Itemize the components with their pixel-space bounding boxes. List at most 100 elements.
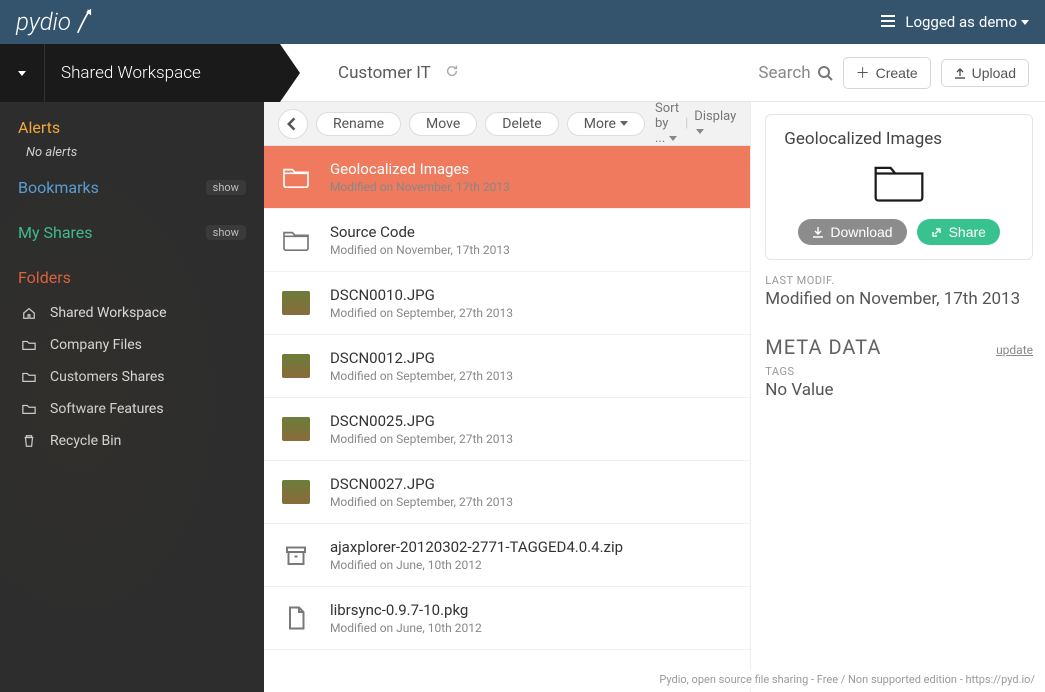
- upload-icon: [954, 67, 966, 79]
- caret-down-icon: [1021, 20, 1029, 25]
- workspace-selector[interactable]: Shared Workspace: [0, 44, 280, 102]
- breadcrumb[interactable]: Customer IT: [338, 63, 431, 83]
- create-button[interactable]: ＋ Create: [843, 57, 931, 89]
- bookmarks-show-toggle[interactable]: show: [206, 180, 246, 195]
- delete-button[interactable]: Delete: [485, 112, 558, 136]
- display-mode[interactable]: Display: [694, 109, 736, 139]
- back-button[interactable]: [278, 109, 308, 139]
- file-row[interactable]: librsync-0.9.7-10.pkgModified on June, 1…: [264, 587, 750, 650]
- home-icon: [22, 306, 38, 320]
- download-icon: [812, 226, 824, 238]
- tags-block: TAGS No Value: [765, 365, 1033, 400]
- file-meta: Modified on June, 10th 2012: [330, 621, 482, 635]
- file-name: DSCN0012.JPG: [330, 349, 513, 367]
- shares-label: My Shares: [18, 223, 93, 242]
- last-modif-block: LAST MODIF. Modified on November, 17th 2…: [765, 274, 1033, 309]
- detail-pane: Geolocalized Images Download Share LAST …: [751, 102, 1045, 692]
- bookmarks-label: Bookmarks: [18, 178, 99, 197]
- folder-icon: [22, 370, 38, 384]
- refresh-icon[interactable]: [445, 63, 459, 83]
- file-row[interactable]: Source CodeModified on November, 17th 20…: [264, 209, 750, 272]
- file-meta: Modified on September, 27th 2013: [330, 432, 513, 446]
- folder-icon: [282, 165, 310, 189]
- tree-item-customers-shares[interactable]: Customers Shares: [22, 361, 246, 393]
- upload-button[interactable]: Upload: [941, 59, 1029, 87]
- file-meta: Modified on September, 27th 2013: [330, 306, 513, 320]
- file-row[interactable]: DSCN0025.JPGModified on September, 27th …: [264, 398, 750, 461]
- trash-icon: [22, 434, 38, 448]
- file-row[interactable]: DSCN0012.JPG Modified on September, 27th …: [264, 335, 750, 398]
- alerts-empty: No alerts: [0, 141, 264, 168]
- more-label: More: [584, 116, 616, 132]
- file-row[interactable]: DSCN0010.JPG Modified on September, 27th …: [264, 272, 750, 335]
- folder-tree: Shared Workspace Company Files Customers S…: [0, 291, 264, 457]
- share-button[interactable]: Share: [917, 219, 1000, 245]
- caret-down-icon: [620, 121, 628, 126]
- file-name: DSCN0027.JPG: [330, 475, 513, 493]
- last-modif-label: LAST MODIF.: [765, 274, 1033, 287]
- file-icon: [282, 606, 310, 630]
- file-name: ajaxplorer-20120302-2771-TAGGED4.0.4.zip: [330, 538, 623, 556]
- detail-title: Geolocalized Images: [778, 129, 1020, 149]
- tree-item-label: Shared Workspace: [50, 305, 167, 321]
- last-modif-value: Modified on November, 17th 2013: [765, 289, 1033, 309]
- move-button[interactable]: Move: [409, 112, 477, 136]
- sidebar-section-alerts[interactable]: Alerts: [0, 108, 264, 141]
- sidebar: Alerts No alerts Bookmarks show My Share…: [0, 102, 264, 692]
- toolbar: Rename Move Delete More Sort by ... | Di…: [264, 102, 750, 146]
- metadata-update-link[interactable]: update: [996, 343, 1033, 357]
- file-row[interactable]: ajaxplorer-20120302-2771-TAGGED4.0.4.zip…: [264, 524, 750, 587]
- folder-icon: [282, 228, 310, 252]
- create-label: Create: [876, 65, 918, 81]
- plus-icon: ＋: [856, 63, 870, 83]
- image-thumbnail: [282, 354, 310, 378]
- file-row[interactable]: DSCN0027.JPGModified on September, 27th …: [264, 461, 750, 524]
- file-meta: Modified on November, 17th 2013: [330, 180, 510, 194]
- share-label: Share: [949, 224, 986, 240]
- tree-item-label: Recycle Bin: [50, 433, 121, 449]
- sidebar-section-shares[interactable]: My Shares show: [0, 213, 264, 246]
- tree-item-company-files[interactable]: Company Files: [22, 329, 246, 361]
- tree-item-software-features[interactable]: Software Features: [22, 393, 246, 425]
- separator: |: [685, 116, 688, 131]
- user-name: demo: [979, 13, 1017, 31]
- search[interactable]: Search: [758, 63, 832, 83]
- chevron-left-icon: [286, 117, 300, 131]
- sort-by[interactable]: Sort by ...: [655, 101, 679, 146]
- rename-button[interactable]: Rename: [316, 112, 401, 136]
- top-bar: pydio Logged as demo: [0, 0, 1045, 44]
- detail-card: Geolocalized Images Download Share: [765, 114, 1033, 260]
- file-name: DSCN0010.JPG: [330, 286, 513, 304]
- workspace-dropdown-toggle[interactable]: [0, 44, 45, 102]
- file-list: Geolocalized ImagesModified on November,…: [264, 146, 750, 692]
- file-row[interactable]: Geolocalized ImagesModified on November,…: [264, 146, 750, 209]
- file-meta: Modified on September, 27th 2013: [330, 369, 513, 383]
- logo[interactable]: pydio: [16, 8, 93, 36]
- caret-down-icon: [696, 129, 704, 134]
- image-thumbnail: [282, 417, 310, 441]
- tree-item-shared-workspace[interactable]: Shared Workspace: [22, 297, 246, 329]
- metadata-header: META DATA update: [765, 335, 1033, 359]
- tree-item-recycle-bin[interactable]: Recycle Bin: [22, 425, 246, 457]
- tree-item-label: Company Files: [50, 337, 142, 353]
- sidebar-section-bookmarks[interactable]: Bookmarks show: [0, 168, 264, 201]
- image-thumbnail: [282, 291, 310, 315]
- download-button[interactable]: Download: [798, 219, 906, 245]
- tags-value: No Value: [765, 380, 1033, 400]
- user-menu[interactable]: Logged as demo: [881, 13, 1029, 31]
- share-icon: [931, 226, 943, 238]
- shares-show-toggle[interactable]: show: [206, 225, 246, 240]
- caret-down-icon: [669, 136, 677, 141]
- file-pane: Rename Move Delete More Sort by ... | Di…: [264, 102, 751, 692]
- alerts-label: Alerts: [18, 118, 60, 137]
- breadcrumb-bar: Customer IT Search ＋ Create Upload: [280, 44, 1045, 102]
- search-label: Search: [758, 63, 810, 83]
- sidebar-section-folders[interactable]: Folders: [0, 258, 264, 291]
- tree-item-label: Customers Shares: [50, 369, 165, 385]
- workspace-title: Shared Workspace: [45, 63, 201, 83]
- main: Alerts No alerts Bookmarks show My Share…: [0, 102, 1045, 692]
- download-label: Download: [830, 224, 892, 240]
- more-button[interactable]: More: [567, 112, 645, 136]
- logo-swoosh-icon: [75, 8, 93, 36]
- tree-item-label: Software Features: [50, 401, 164, 417]
